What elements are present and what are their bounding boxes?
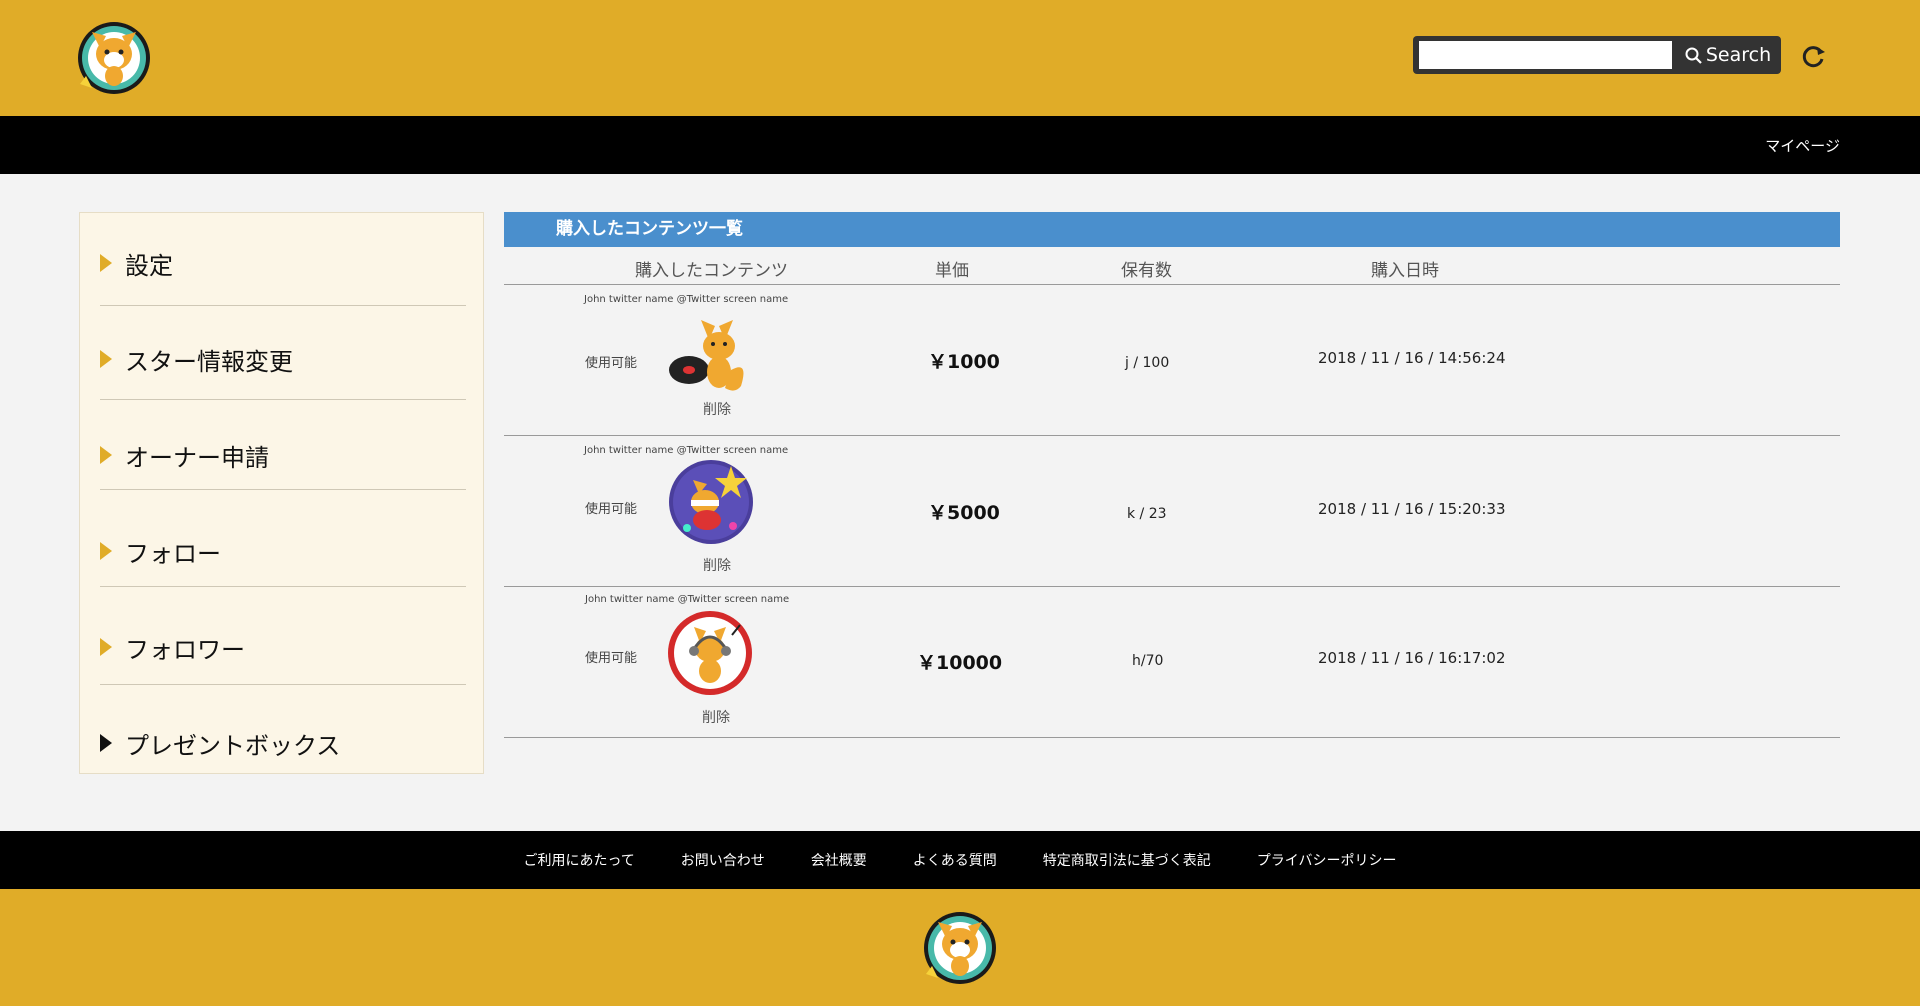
sidebar-divider bbox=[100, 399, 466, 400]
purchase-date: 2018 / 11 / 16 / 15:20:33 bbox=[1318, 500, 1506, 518]
sidebar-item-settings[interactable]: 設定 bbox=[100, 215, 466, 311]
page-title: 購入したコンテンツ一覧 bbox=[504, 212, 1840, 247]
status-text: 使用可能 bbox=[585, 651, 638, 666]
twitter-name: John twitter name @Twitter screen name bbox=[584, 294, 789, 305]
fox-star-content-image bbox=[669, 460, 753, 544]
purchase-date: 2018 / 11 / 16 / 14:56:24 bbox=[1318, 349, 1506, 367]
footer-link-legal[interactable]: 特定商取引法に基づく表記 bbox=[1043, 850, 1211, 870]
fox-headphone-content-image bbox=[668, 611, 752, 695]
top-navbar: マイページ bbox=[0, 116, 1920, 174]
arrow-right-icon bbox=[100, 638, 112, 656]
footer-link-contact[interactable]: お問い合わせ bbox=[681, 850, 765, 870]
sidebar-item-label: プレゼントボックス bbox=[125, 731, 341, 760]
sidebar-divider bbox=[100, 684, 466, 685]
sidebar-item-follow[interactable]: フォロー bbox=[100, 503, 466, 599]
sidebar-item-label: スター情報変更 bbox=[125, 347, 293, 376]
refresh-icon[interactable] bbox=[1800, 42, 1828, 70]
sidebar-item-present-box[interactable]: プレゼントボックス bbox=[100, 695, 466, 791]
column-header-quantity: 保有数 bbox=[1121, 261, 1172, 281]
twitter-name: John twitter name @Twitter screen name bbox=[584, 445, 789, 456]
site-footer bbox=[0, 889, 1920, 1006]
footer-link-faq[interactable]: よくある質問 bbox=[913, 850, 997, 870]
sidebar-item-label: フォロー bbox=[125, 539, 221, 568]
arrow-right-icon bbox=[100, 542, 112, 560]
search-button[interactable]: Search bbox=[1678, 40, 1778, 70]
fox-logo bbox=[924, 912, 996, 984]
table-row: John twitter name @Twitter screen name 使… bbox=[504, 285, 1840, 436]
table-row: John twitter name @Twitter screen name 使… bbox=[504, 436, 1840, 587]
arrow-right-icon bbox=[100, 254, 112, 272]
search-input[interactable] bbox=[1419, 41, 1672, 69]
site-header: Search bbox=[0, 0, 1920, 116]
row-divider bbox=[504, 737, 1840, 738]
quantity: k / 23 bbox=[1127, 506, 1167, 522]
sidebar-divider bbox=[100, 305, 466, 306]
search-box: Search bbox=[1413, 36, 1781, 74]
column-header-content: 購入したコンテンツ bbox=[635, 261, 788, 281]
sidebar-item-follower[interactable]: フォロワー bbox=[100, 599, 466, 695]
quantity: h/70 bbox=[1132, 653, 1164, 669]
arrow-right-icon bbox=[100, 350, 112, 368]
sidebar-item-label: フォロワー bbox=[125, 635, 245, 664]
price: ￥10000 bbox=[917, 652, 1003, 674]
footer-link-privacy[interactable]: プライバシーポリシー bbox=[1257, 850, 1397, 870]
column-header-date: 購入日時 bbox=[1371, 261, 1439, 281]
mypage-link[interactable]: マイページ bbox=[1765, 116, 1840, 174]
footer-link-company[interactable]: 会社概要 bbox=[811, 850, 867, 870]
arrow-right-icon bbox=[100, 446, 112, 464]
column-header-price: 単価 bbox=[935, 261, 969, 281]
delete-link[interactable]: 削除 bbox=[703, 399, 731, 419]
delete-link[interactable]: 削除 bbox=[703, 555, 731, 575]
quantity: j / 100 bbox=[1125, 355, 1170, 371]
sidebar-item-label: オーナー申請 bbox=[125, 443, 269, 472]
search-icon bbox=[1685, 47, 1702, 64]
table-row: John twitter name @Twitter screen name 使… bbox=[504, 587, 1840, 738]
footer-link-terms[interactable]: ご利用にあたって bbox=[523, 850, 634, 870]
status-text: 使用可能 bbox=[585, 356, 638, 371]
sidebar: 設定 スター情報変更 オーナー申請 フォロー フォロワー プレゼントボックス bbox=[79, 212, 484, 774]
sidebar-divider bbox=[100, 586, 466, 587]
status-text: 使用可能 bbox=[585, 502, 638, 517]
price: ￥5000 bbox=[928, 502, 1000, 524]
fox-logo[interactable] bbox=[72, 14, 156, 100]
fox-dj-content-image bbox=[669, 320, 744, 391]
delete-link[interactable]: 削除 bbox=[702, 707, 730, 727]
sidebar-item-star-info[interactable]: スター情報変更 bbox=[100, 311, 466, 407]
search-button-label: Search bbox=[1705, 44, 1772, 66]
arrow-right-icon bbox=[100, 734, 112, 752]
price: ￥1000 bbox=[928, 351, 1000, 373]
purchase-date: 2018 / 11 / 16 / 16:17:02 bbox=[1318, 649, 1506, 667]
twitter-name: John twitter name @Twitter screen name bbox=[585, 594, 790, 605]
sidebar-item-label: 設定 bbox=[125, 251, 173, 280]
sidebar-divider bbox=[100, 489, 466, 490]
footer-nav: ご利用にあたって お問い合わせ 会社概要 よくある質問 特定商取引法に基づく表記… bbox=[0, 831, 1920, 889]
